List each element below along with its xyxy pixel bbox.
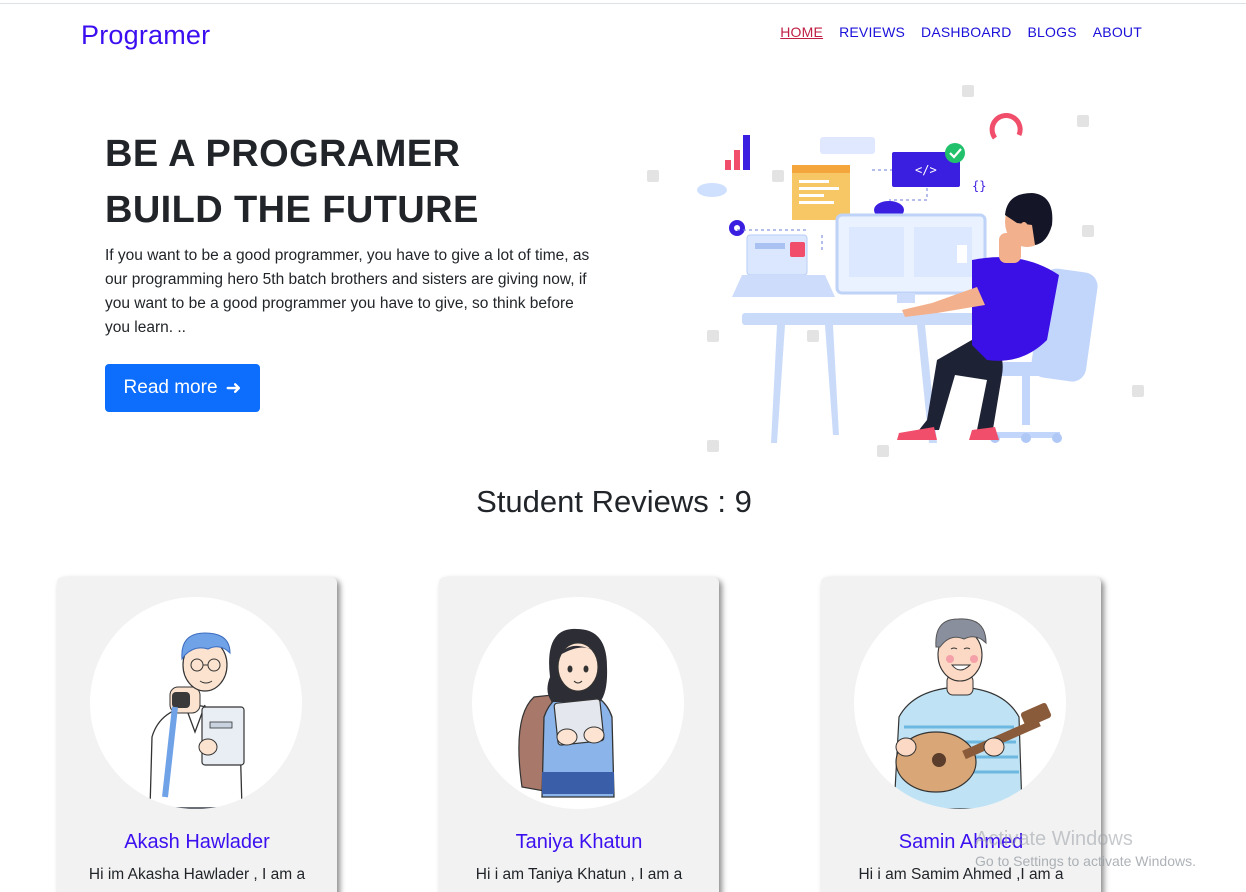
activate-windows-watermark: Activate Windows Go to Settings to activ…: [975, 828, 1196, 869]
navbar: Programer HOME REVIEWS DASHBOARD BLOGS A…: [0, 0, 1246, 70]
programmer-illustration: </> {}: [647, 85, 1144, 457]
avatar: [472, 597, 684, 809]
student-name: Taniya Khatun: [515, 831, 643, 853]
review-card: Akash Hawlader Hi im Akasha Hawlader , I…: [57, 577, 337, 892]
hero-title: BE A PROGRAMER BUILD THE FUTURE: [105, 126, 595, 238]
reviews-heading: Student Reviews : 9: [476, 484, 752, 519]
svg-text:</>: </>: [915, 163, 937, 177]
review-text: Hi i am Taniya Khatun , I am a: [475, 866, 683, 883]
nav-links: HOME REVIEWS DASHBOARD BLOGS ABOUT: [780, 24, 1142, 40]
nav-link-dashboard[interactable]: DASHBOARD: [921, 24, 1011, 40]
avatar: [90, 597, 302, 809]
nav-link-reviews[interactable]: REVIEWS: [839, 24, 905, 40]
svg-text:{}: {}: [972, 179, 986, 193]
watermark-line-2: Go to Settings to activate Windows.: [975, 853, 1196, 869]
nav-link-home[interactable]: HOME: [780, 24, 823, 40]
review-card: Taniya Khatun Hi i am Taniya Khatun , I …: [439, 577, 719, 892]
nav-link-about[interactable]: ABOUT: [1093, 24, 1142, 40]
hero-paragraph: If you want to be a good programmer, you…: [105, 247, 590, 336]
brand-logo[interactable]: Programer: [81, 20, 210, 51]
watermark-line-1: Activate Windows: [975, 828, 1133, 850]
hero-section: BE A PROGRAMER BUILD THE FUTURE If you w…: [105, 126, 595, 340]
nav-link-blogs[interactable]: BLOGS: [1028, 24, 1077, 40]
read-more-label: Read more: [123, 377, 218, 398]
arrow-right-icon: ➜: [225, 377, 242, 399]
avatar: [854, 597, 1066, 809]
student-name: Akash Hawlader: [124, 831, 270, 853]
review-text: Hi im Akasha Hawlader , I am a: [88, 866, 306, 883]
read-more-button[interactable]: Read more ➜: [105, 364, 260, 412]
hero-title-line-2: BUILD THE FUTURE: [105, 189, 479, 231]
student-illustration-taniya: [518, 628, 615, 798]
student-illustration-akash: [148, 632, 245, 809]
student-illustration-samin: [893, 618, 1052, 809]
hero-title-line-1: BE A PROGRAMER: [105, 133, 461, 175]
